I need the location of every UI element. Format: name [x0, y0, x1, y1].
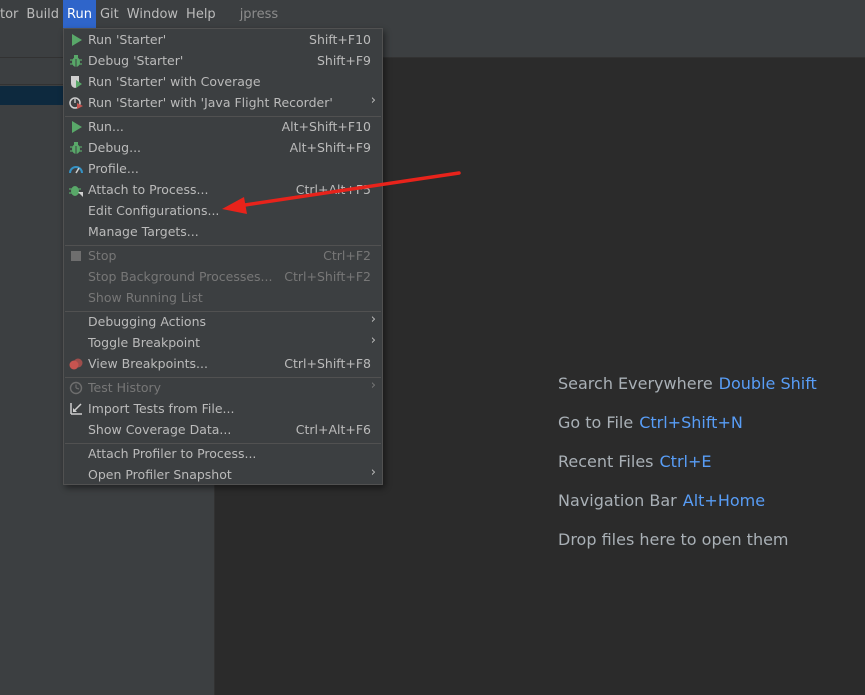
hint-text: Search Everywhere — [558, 374, 713, 393]
menu-item-shortcut: Ctrl+Alt+F6 — [295, 422, 371, 437]
menu-item-label: Import Tests from File... — [88, 401, 235, 416]
menu-item-label: Debug... — [88, 140, 142, 155]
run-triangle-icon — [69, 33, 83, 47]
menu-item-label: Toggle Breakpoint — [88, 335, 201, 350]
menu-item-shortcut: Alt+Shift+F10 — [281, 119, 371, 134]
menu-item-profile[interactable]: Profile... — [64, 159, 382, 180]
menu-item-label: Open Profiler Snapshot — [88, 467, 232, 482]
menu-item-label: Show Running List — [88, 290, 203, 305]
menu-build[interactable]: Build — [22, 0, 63, 30]
hint-navigation-bar: Navigation Bar Alt+Home — [558, 491, 765, 510]
bug-icon — [69, 141, 83, 155]
attach-bug-icon — [69, 183, 83, 197]
menu-item-manage-targets[interactable]: Manage Targets... — [64, 222, 382, 243]
menu-item-run-starter[interactable]: Run 'Starter' Shift+F10 — [64, 30, 382, 51]
submenu-chevron-icon: › — [370, 93, 376, 108]
menu-navigate-partial[interactable]: tor — [0, 0, 22, 30]
menu-item-run-dialog[interactable]: Run... Alt+Shift+F10 — [64, 117, 382, 138]
menu-item-debug-dialog[interactable]: Debug... Alt+Shift+F9 — [64, 138, 382, 159]
main-menu-bar: tor Build Run Git Window Help jpress — [0, 0, 865, 30]
menu-item-label: Show Coverage Data... — [88, 422, 232, 437]
menu-item-stop[interactable]: Stop Ctrl+F2 — [64, 246, 382, 267]
menu-item-attach-to-process[interactable]: Attach to Process... Ctrl+Alt+F5 — [64, 180, 382, 201]
hint-text: Drop files here to open them — [558, 530, 789, 549]
hint-shortcut: Ctrl+Shift+N — [639, 413, 743, 432]
menu-item-test-history[interactable]: Test History › — [64, 378, 382, 399]
menu-git[interactable]: Git — [96, 0, 123, 30]
menu-item-label: Stop — [88, 248, 117, 263]
menu-item-toggle-breakpoint[interactable]: Toggle Breakpoint › — [64, 333, 382, 354]
hint-shortcut: Alt+Home — [682, 491, 766, 510]
submenu-chevron-icon: › — [370, 312, 376, 327]
menu-item-show-running-list[interactable]: Show Running List — [64, 288, 382, 309]
menu-item-edit-configurations[interactable]: Edit Configurations... — [64, 201, 382, 222]
project-name: jpress — [239, 7, 279, 22]
hint-drop-files: Drop files here to open them — [558, 530, 789, 549]
menu-item-shortcut: Ctrl+Alt+F5 — [295, 182, 371, 197]
hint-shortcut: Ctrl+E — [659, 452, 712, 471]
menu-item-run-with-coverage[interactable]: Run 'Starter' with Coverage — [64, 72, 382, 93]
hint-go-to-file: Go to File Ctrl+Shift+N — [558, 413, 743, 432]
menu-item-label: Run 'Starter' — [88, 32, 167, 47]
menu-item-run-with-flight-recorder[interactable]: Run 'Starter' with 'Java Flight Recorder… — [64, 93, 382, 114]
submenu-chevron-icon: › — [370, 333, 376, 348]
hint-shortcut: Double Shift — [718, 374, 817, 393]
menu-item-show-coverage-data[interactable]: Show Coverage Data... Ctrl+Alt+F6 — [64, 420, 382, 441]
hint-text: Navigation Bar — [558, 491, 677, 510]
menu-item-shortcut: Shift+F10 — [309, 32, 371, 47]
menu-item-label: Run 'Starter' with Coverage — [88, 74, 261, 89]
bug-icon — [69, 54, 83, 68]
menu-item-shortcut: Ctrl+Shift+F8 — [284, 356, 371, 371]
menu-item-shortcut: Ctrl+Shift+F2 — [284, 269, 371, 284]
menu-item-label: Edit Configurations... — [88, 203, 220, 218]
hint-recent-files: Recent Files Ctrl+E — [558, 452, 711, 471]
menu-item-view-breakpoints[interactable]: View Breakpoints... Ctrl+Shift+F8 — [64, 354, 382, 375]
menu-item-shortcut: Ctrl+F2 — [323, 248, 371, 263]
submenu-chevron-icon: › — [370, 465, 376, 480]
run-triangle-icon — [69, 120, 83, 134]
menu-item-label: Debug 'Starter' — [88, 53, 184, 68]
menu-item-shortcut: Shift+F9 — [316, 53, 371, 68]
menu-item-import-tests[interactable]: Import Tests from File... — [64, 399, 382, 420]
menu-run[interactable]: Run — [63, 0, 96, 30]
coverage-shield-icon — [69, 75, 83, 89]
menu-item-label: Stop Background Processes... — [88, 269, 273, 284]
menu-item-stop-background-processes[interactable]: Stop Background Processes... Ctrl+Shift+… — [64, 267, 382, 288]
menu-item-label: Attach Profiler to Process... — [88, 446, 257, 461]
menu-item-label: Profile... — [88, 161, 139, 176]
breakpoints-icon — [69, 357, 83, 371]
menu-help[interactable]: Help — [182, 0, 220, 30]
stop-square-icon — [69, 249, 83, 263]
menu-item-debug-starter[interactable]: Debug 'Starter' Shift+F9 — [64, 51, 382, 72]
submenu-chevron-icon: › — [370, 378, 376, 393]
menu-item-label: Debugging Actions — [88, 314, 207, 329]
menu-item-label: Run... — [88, 119, 124, 134]
menu-item-label: View Breakpoints... — [88, 356, 208, 371]
hint-text: Go to File — [558, 413, 634, 432]
hint-text: Recent Files — [558, 452, 654, 471]
clock-icon — [69, 381, 83, 395]
hint-search-everywhere: Search Everywhere Double Shift — [558, 374, 817, 393]
menu-item-attach-profiler[interactable]: Attach Profiler to Process... — [64, 444, 382, 465]
run-dropdown-menu: Run 'Starter' Shift+F10 Debug 'Starter' … — [63, 28, 383, 485]
menu-window[interactable]: Window — [123, 0, 182, 30]
menu-item-open-profiler-snapshot[interactable]: Open Profiler Snapshot › — [64, 465, 382, 486]
flight-recorder-icon — [69, 96, 83, 110]
profile-gauge-icon — [69, 162, 83, 176]
menu-item-label: Attach to Process... — [88, 182, 209, 197]
menu-item-label: Run 'Starter' with 'Java Flight Recorder… — [88, 95, 333, 110]
menu-item-label: Test History — [88, 380, 162, 395]
menu-item-label: Manage Targets... — [88, 224, 199, 239]
menu-item-shortcut: Alt+Shift+F9 — [289, 140, 371, 155]
menu-item-debugging-actions[interactable]: Debugging Actions › — [64, 312, 382, 333]
import-arrow-icon — [69, 402, 83, 416]
